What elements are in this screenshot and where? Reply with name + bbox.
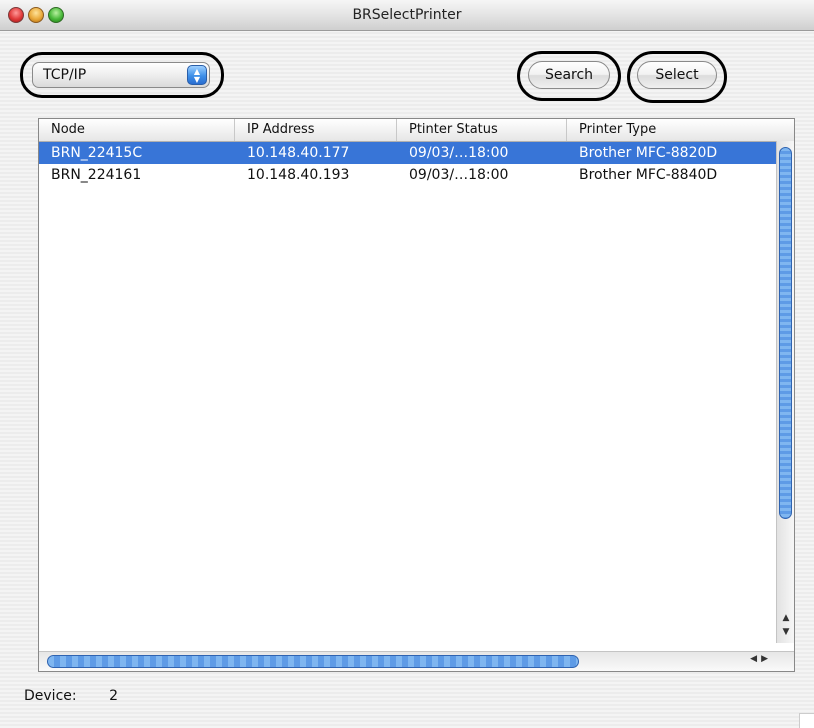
printer-table: Node IP Address Ptinter Status Printer T… bbox=[38, 118, 795, 672]
connection-type-value: TCP/IP bbox=[43, 67, 87, 83]
column-header-printer-status[interactable]: Ptinter Status bbox=[397, 119, 567, 141]
cell-printer-type: Brother MFC-8820D bbox=[579, 145, 718, 161]
table-row[interactable]: BRN_22415C 10.148.40.177 09/03/…18:00 Br… bbox=[39, 142, 776, 164]
column-header-node[interactable]: Node bbox=[39, 119, 235, 141]
window-title: BRSelectPrinter bbox=[352, 7, 462, 23]
cell-node: BRN_22415C bbox=[51, 145, 143, 161]
cell-printer-status: 09/03/…18:00 bbox=[409, 145, 509, 161]
cell-node: BRN_224161 bbox=[51, 167, 142, 183]
cell-printer-status: 09/03/…18:00 bbox=[409, 167, 509, 183]
select-button[interactable]: Select bbox=[637, 61, 717, 89]
horizontal-scrollbar[interactable]: ◀▶ bbox=[39, 651, 794, 671]
scroll-down-icon[interactable]: ▼ bbox=[777, 625, 795, 639]
vertical-scroll-thumb[interactable] bbox=[779, 147, 792, 519]
horizontal-scroll-thumb[interactable] bbox=[47, 655, 579, 668]
printer-select-window: BRSelectPrinter TCP/IP ▲ ▼ Search Select … bbox=[0, 0, 814, 728]
vertical-scrollbar[interactable]: ▲ ▼ bbox=[776, 141, 794, 643]
cell-ip-address: 10.148.40.177 bbox=[247, 145, 350, 161]
resize-handle[interactable] bbox=[799, 713, 814, 728]
device-label: Device: bbox=[24, 688, 77, 704]
horizontal-scroll-arrows-icon[interactable]: ◀▶ bbox=[750, 654, 772, 664]
table-row[interactable]: BRN_224161 10.148.40.193 09/03/…18:00 Br… bbox=[39, 164, 776, 186]
table-header: Node IP Address Ptinter Status Printer T… bbox=[39, 119, 794, 142]
device-count: 2 bbox=[109, 688, 118, 704]
column-header-ip-address[interactable]: IP Address bbox=[235, 119, 397, 141]
column-header-printer-type[interactable]: Printer Type bbox=[567, 119, 794, 141]
title-bar[interactable]: BRSelectPrinter bbox=[0, 0, 814, 31]
cell-ip-address: 10.148.40.193 bbox=[247, 167, 350, 183]
cell-printer-type: Brother MFC-8840D bbox=[579, 167, 718, 183]
scroll-up-icon[interactable]: ▲ bbox=[777, 611, 795, 625]
search-button[interactable]: Search bbox=[528, 61, 610, 89]
connection-type-popup[interactable]: TCP/IP ▲ ▼ bbox=[32, 62, 210, 88]
device-count-footer: Device: 2 bbox=[24, 688, 118, 704]
updown-arrows-icon: ▲ ▼ bbox=[187, 65, 207, 85]
